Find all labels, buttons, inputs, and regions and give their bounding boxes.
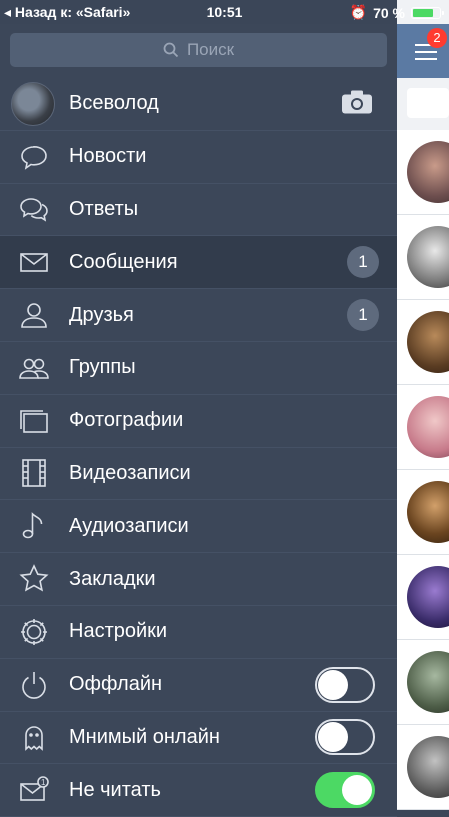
menu-item-photos[interactable]: Фотографии xyxy=(0,395,397,448)
menu-item-label: Фотографии xyxy=(69,409,184,432)
avatar xyxy=(407,651,449,713)
photos-icon xyxy=(18,405,50,437)
menu-item-label: Мнимый онлайн xyxy=(69,725,220,748)
unread-mail-icon: 1 xyxy=(18,774,50,806)
camera-icon[interactable] xyxy=(341,88,373,119)
menu-item-messages[interactable]: Сообщения 1 xyxy=(0,236,397,290)
menu-item-offline: Оффлайн xyxy=(0,659,397,712)
ghost-icon xyxy=(18,721,50,753)
menu-item-replies[interactable]: Ответы xyxy=(0,184,397,237)
profile-row[interactable]: Всеволод xyxy=(0,78,397,131)
menu-item-groups[interactable]: Группы xyxy=(0,342,397,395)
messages-count-badge: 1 xyxy=(347,246,379,279)
avatar xyxy=(11,81,55,126)
envelope-icon xyxy=(18,246,50,278)
menu-item-dont-read: 1 Не читать xyxy=(0,764,397,817)
person-icon xyxy=(18,299,50,331)
menu-item-news[interactable]: Новости xyxy=(0,131,397,184)
search-icon xyxy=(163,42,179,58)
status-right: ⏰ 70 % xyxy=(349,4,444,21)
avatar xyxy=(407,481,449,543)
film-icon xyxy=(18,457,50,489)
menu-item-audio[interactable]: Аудиозаписи xyxy=(0,500,397,554)
menu-item-label: Группы xyxy=(69,356,136,379)
menu-item-label: Друзья xyxy=(69,303,134,326)
news-icon xyxy=(18,141,50,173)
main-content-panel: 2 xyxy=(397,0,449,810)
menu-item-settings[interactable]: Настройки xyxy=(0,606,397,659)
list-item[interactable] xyxy=(397,640,449,725)
search-input[interactable]: Поиск xyxy=(10,33,387,67)
menu-item-label: Настройки xyxy=(69,620,168,643)
menu-item-label: Закладки xyxy=(69,567,156,590)
invisible-online-toggle[interactable] xyxy=(315,719,375,756)
list-item[interactable] xyxy=(397,725,449,810)
avatar xyxy=(407,226,449,288)
alarm-icon: ⏰ xyxy=(349,4,368,20)
menu-item-friends[interactable]: Друзья 1 xyxy=(0,289,397,342)
menu-list: Всеволод Новости Ответы Сообщения 1 Друз… xyxy=(0,78,397,817)
music-icon xyxy=(18,510,50,542)
group-icon xyxy=(18,352,50,384)
menu-item-videos[interactable]: Видеозаписи xyxy=(0,448,397,501)
star-icon xyxy=(18,563,50,595)
menu-item-label: Оффлайн xyxy=(69,673,163,696)
gear-icon xyxy=(18,616,50,648)
search-placeholder: Поиск xyxy=(186,40,235,59)
power-icon xyxy=(18,669,50,701)
friends-count-badge: 1 xyxy=(347,299,379,332)
list-item[interactable] xyxy=(397,470,449,555)
menu-item-label: Ответы xyxy=(69,197,139,220)
menu-item-label: Сообщения xyxy=(69,250,178,273)
avatar xyxy=(407,311,449,373)
profile-name: Всеволод xyxy=(69,92,159,115)
menu-item-label: Видеозаписи xyxy=(69,461,191,484)
battery-percent: 70 % xyxy=(373,4,405,21)
svg-text:1: 1 xyxy=(41,778,46,787)
content-search-bar[interactable] xyxy=(407,88,449,118)
menu-item-bookmarks[interactable]: Закладки xyxy=(0,553,397,606)
avatar xyxy=(407,566,449,628)
offline-toggle[interactable] xyxy=(315,666,375,703)
avatar xyxy=(407,396,449,458)
menu-item-invisible-online: Мнимый онлайн xyxy=(0,712,397,765)
side-menu: Поиск Всеволод Новости Ответы Сообщения … xyxy=(0,24,397,817)
menu-item-label: Новости xyxy=(69,145,147,168)
list-item[interactable] xyxy=(397,555,449,640)
list-item[interactable] xyxy=(397,385,449,470)
menu-item-label: Не читать xyxy=(69,778,161,801)
status-bar: ◂ Назад к: «Safari» 10:51 ⏰ 70 % xyxy=(0,0,449,24)
avatar xyxy=(407,736,449,798)
list-item[interactable] xyxy=(397,130,449,215)
menu-item-label: Аудиозаписи xyxy=(69,514,189,537)
notification-badge: 2 xyxy=(427,28,447,48)
dont-read-toggle[interactable] xyxy=(315,772,375,809)
battery-icon xyxy=(411,6,444,19)
avatar xyxy=(407,141,449,203)
list-item[interactable] xyxy=(397,300,449,385)
replies-icon xyxy=(18,193,50,225)
list-item[interactable] xyxy=(397,215,449,300)
